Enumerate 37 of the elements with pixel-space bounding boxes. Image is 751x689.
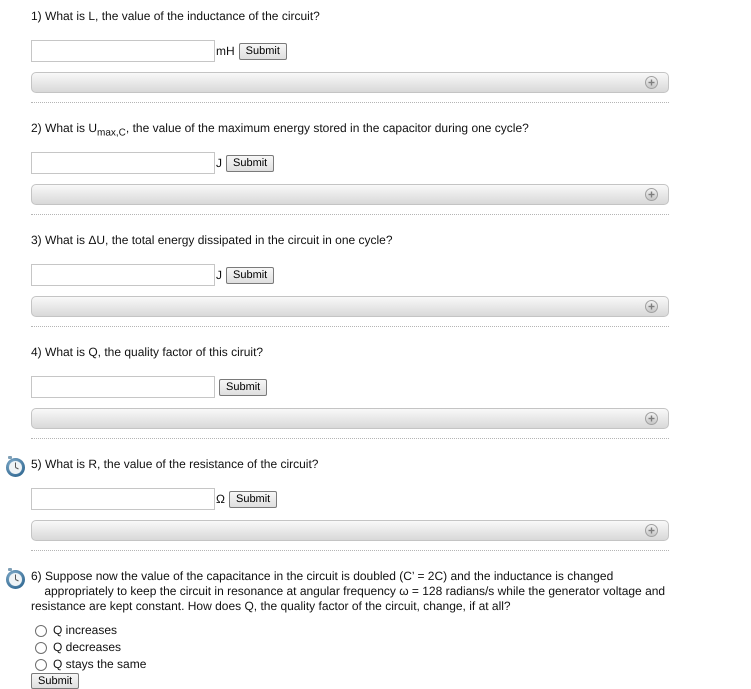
option-label[interactable]: Q increases [53, 623, 118, 638]
plus-icon[interactable] [645, 524, 658, 537]
question-text: 6) Suppose now the value of the capacitance in the circuit is doubled (C’ = 2C) and the inductance is changed appropriately to keep the circuit in resonance at angular frequency ω = 128 radians/s while the generator voltage and resistance are kept constant. How does Q, the quality factor of the circuit, change, if at all? [31, 569, 666, 614]
input-field[interactable] [31, 40, 215, 62]
radio-button[interactable] [35, 624, 47, 636]
plus-icon[interactable] [645, 76, 658, 89]
question-text: 1) What is L, the value of the inductance of the circuit? [31, 9, 321, 24]
option-label[interactable]: Q stays the same [53, 657, 146, 672]
collapsible-bar[interactable] [31, 184, 669, 205]
input-field[interactable] [31, 376, 215, 398]
plus-icon[interactable] [645, 300, 658, 313]
radio-button[interactable] [35, 658, 47, 670]
submit-button[interactable]: Submit [228, 490, 278, 508]
option-label[interactable]: Q decreases [53, 640, 122, 655]
question-text: 2) What is U$_{max,C}$, the value of the maximum energy stored in the capacitor during one cycle? [31, 121, 530, 136]
submit-button[interactable]: Submit [238, 42, 287, 60]
unit-label: J [216, 268, 222, 282]
submit-button[interactable]: Submit [226, 154, 274, 172]
input-field[interactable] [31, 488, 215, 510]
collapsible-bar[interactable] [31, 520, 669, 541]
plus-icon[interactable] [645, 188, 658, 201]
question-text: 5) What is R, the value of the resistance of the circuit? [31, 457, 320, 472]
input-field[interactable] [31, 264, 215, 286]
question-text: 4) What is Q, the quality factor of this ciruit? [31, 345, 264, 360]
submit-button[interactable]: Submit [31, 673, 80, 689]
plus-icon[interactable] [645, 412, 658, 425]
radio-button[interactable] [35, 642, 47, 654]
submit-button[interactable]: Submit [219, 378, 268, 396]
submit-button[interactable]: Submit [226, 266, 274, 284]
collapsible-bar[interactable] [31, 296, 669, 317]
input-field[interactable] [31, 152, 215, 174]
unit-label: J [216, 156, 222, 170]
unit-label: Ω [216, 492, 225, 506]
collapsible-bar[interactable] [31, 408, 669, 429]
question-text: 3) What is ΔU, the total energy dissipated in the circuit in one cycle? [31, 233, 394, 248]
unit-label: mH [216, 44, 235, 58]
collapsible-bar[interactable] [31, 72, 669, 93]
